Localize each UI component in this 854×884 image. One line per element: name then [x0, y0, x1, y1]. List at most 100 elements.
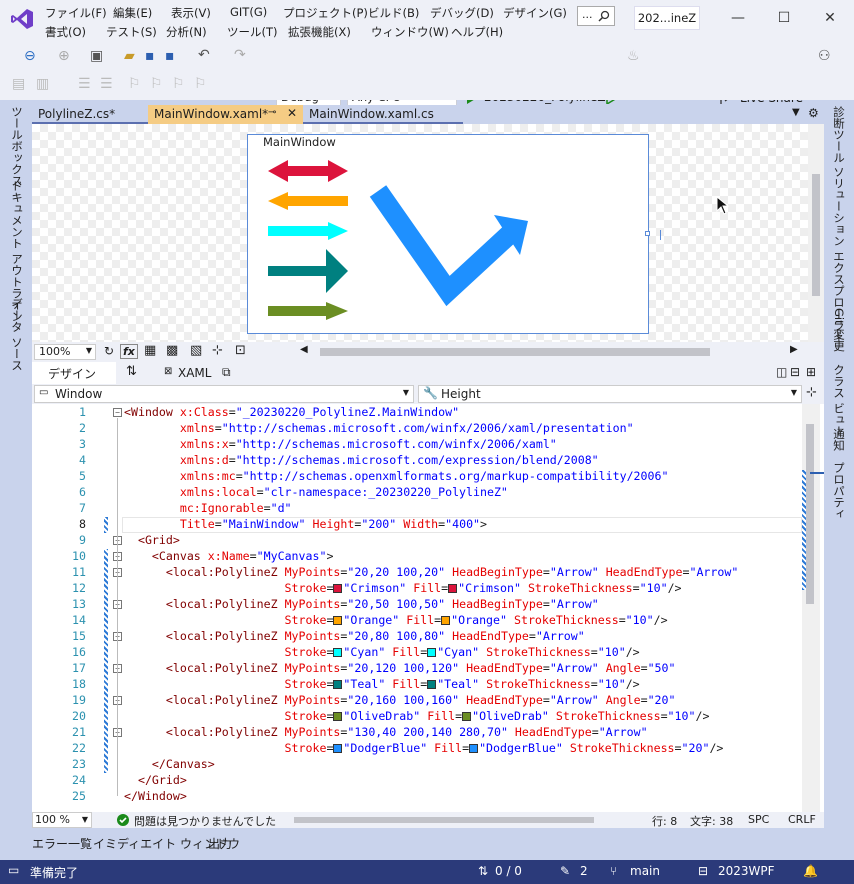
- code-line[interactable]: Stroke= "Teal" Fill= "Teal" StrokeThicknes…: [124, 677, 640, 691]
- code-line[interactable]: </Grid>: [124, 773, 187, 787]
- output-tab[interactable]: 出力: [208, 835, 232, 852]
- code-line[interactable]: <local:PolylineZ MyPoints="130,40 200,14…: [124, 725, 648, 739]
- menu-debug[interactable]: デバッグ(D): [430, 5, 494, 21]
- code-line[interactable]: xmlns="http://schemas.microsoft.com/winf…: [124, 421, 634, 435]
- settings-icon[interactable]: ⚙: [808, 106, 819, 120]
- menu-format[interactable]: 書式(O): [45, 24, 86, 40]
- menu-test[interactable]: テスト(S): [106, 24, 157, 40]
- hscroll-left-icon[interactable]: ◀: [300, 344, 308, 355]
- vscroll-thumb[interactable]: [812, 174, 820, 296]
- prev-bookmark-icon[interactable]: ⚐: [150, 75, 163, 93]
- hot-reload-icon[interactable]: ♨: [627, 47, 640, 65]
- code-line[interactable]: </Window>: [124, 789, 187, 803]
- collapse-pane-icon[interactable]: ⊞: [806, 365, 816, 379]
- designer-vscrollbar[interactable]: [808, 124, 824, 342]
- git-changes-tab[interactable]: Git 変更: [831, 308, 847, 351]
- toolbox-tab[interactable]: ツールボックス: [9, 106, 25, 187]
- minimize-icon[interactable]: —: [721, 6, 755, 30]
- menu-help[interactable]: ヘルプ(H): [451, 24, 503, 40]
- menu-git[interactable]: GIT(G): [230, 5, 267, 19]
- editor-vscrollbar[interactable]: [802, 404, 820, 812]
- undo-icon[interactable]: ↶: [198, 46, 210, 64]
- editor-zoom-select[interactable]: 100 % ▼: [32, 812, 92, 828]
- resize-handle[interactable]: [645, 231, 650, 236]
- menu-design[interactable]: デザイン(G): [503, 5, 567, 21]
- editor-hscroll-thumb[interactable]: [294, 817, 594, 823]
- indent-icon[interactable]: ☰: [100, 75, 113, 93]
- code-line[interactable]: Stroke= "Orange" Fill= "Orange" StrokeThic…: [124, 613, 668, 627]
- menu-view[interactable]: 表示(V): [171, 5, 211, 21]
- code-line[interactable]: <local:PolylineZ MyPoints="20,80 100,80"…: [124, 629, 585, 643]
- swap-panes-icon[interactable]: ⇅: [126, 364, 137, 379]
- new-project-icon[interactable]: ▣: [90, 47, 103, 65]
- branch-name[interactable]: main: [630, 864, 660, 878]
- code-line[interactable]: Stroke= "OliveDrab" Fill= "OliveDrab" Stro…: [124, 709, 710, 723]
- close-icon[interactable]: ✕: [813, 6, 847, 30]
- grid-icon[interactable]: ▦: [144, 343, 156, 358]
- forward-icon[interactable]: ⊕: [58, 47, 70, 65]
- menu-analyze[interactable]: 分析(N): [166, 24, 207, 40]
- tab-mainwindow-xaml-cs[interactable]: MainWindow.xaml.cs: [303, 105, 463, 124]
- maximize-icon[interactable]: ☐: [767, 6, 801, 30]
- element-select[interactable]: ▭ Window ▼: [34, 385, 414, 403]
- refresh-icon[interactable]: ↻: [104, 344, 114, 358]
- code-line[interactable]: </Canvas>: [124, 757, 215, 771]
- redo-icon[interactable]: ↷: [234, 46, 246, 64]
- comment-icon[interactable]: ▤: [12, 75, 25, 93]
- code-line[interactable]: <local:PolylineZ MyPoints="20,20 100,20"…: [124, 565, 738, 579]
- fx-button[interactable]: fx: [120, 344, 138, 359]
- data-sources-tab[interactable]: データ ソース: [9, 298, 25, 371]
- search-box[interactable]: ...: [577, 6, 615, 26]
- open-folder-icon[interactable]: ▰: [124, 47, 135, 65]
- code-line[interactable]: <local:PolylineZ MyPoints="20,160 100,16…: [124, 693, 676, 707]
- bookmark-icon[interactable]: ⚐: [128, 75, 141, 93]
- pin-icon[interactable]: ⊸: [268, 107, 276, 118]
- xaml-designer[interactable]: MainWindow: [32, 124, 824, 342]
- tab-polylinez-cs[interactable]: PolylineZ.cs*: [32, 105, 148, 124]
- xaml-editor[interactable]: 1 2 3 4 5 6 7 8 9 10 11 12 13 14 15 16 17 18 19 20 21 22 23 24 2…: [32, 404, 824, 812]
- menu-edit[interactable]: 編集(E): [113, 5, 152, 21]
- code-line[interactable]: Stroke= "DodgerBlue" Fill= "DodgerBlue" St…: [124, 741, 724, 755]
- grid-snap-icon[interactable]: ▩: [166, 343, 178, 358]
- collapse-toggle[interactable]: −: [113, 408, 122, 417]
- tab-mainwindow-xaml[interactable]: MainWindow.xaml* ⊸ ✕: [148, 105, 303, 124]
- repository-name[interactable]: 2023WPF: [718, 864, 775, 878]
- code-line[interactable]: xmlns:x="http://schemas.microsoft.com/wi…: [124, 437, 557, 451]
- pending-changes[interactable]: 0 / 0: [495, 864, 522, 878]
- back-icon[interactable]: ⊖: [24, 47, 36, 65]
- outdent-icon[interactable]: ☰: [78, 75, 91, 93]
- menu-file[interactable]: ファイル(F): [45, 5, 107, 21]
- xaml-tab[interactable]: XAML: [178, 366, 211, 380]
- clear-bookmark-icon[interactable]: ⚐: [194, 75, 207, 93]
- menu-extensions[interactable]: 拡張機能(X): [288, 24, 351, 40]
- tab-close-icon[interactable]: ✕: [287, 106, 297, 120]
- designer-zoom-select[interactable]: 100% ▼: [34, 344, 96, 360]
- notifications-tab[interactable]: 通知: [831, 428, 847, 451]
- column-indicator[interactable]: 文字: 38: [690, 813, 733, 829]
- tab-overflow-icon[interactable]: ▼: [792, 107, 800, 118]
- error-list-tab[interactable]: エラー一覧: [32, 835, 92, 852]
- bell-icon[interactable]: 🔔: [803, 864, 818, 878]
- code-line[interactable]: xmlns:mc="http://schemas.openxmlformats.…: [124, 469, 669, 483]
- uncomment-icon[interactable]: ▥: [36, 75, 49, 93]
- horizontal-split-icon[interactable]: ⊟: [790, 365, 800, 379]
- code-line[interactable]: xmlns:local="clr-namespace:_20230220_Pol…: [124, 485, 508, 499]
- code-line[interactable]: <Canvas x:Name="MyCanvas">: [124, 549, 334, 563]
- code-line[interactable]: <Window x:Class="_20230220_PolylineZ.Mai…: [124, 405, 459, 419]
- code-line[interactable]: <local:PolylineZ MyPoints="20,120 100,12…: [124, 661, 676, 675]
- menu-window[interactable]: ウィンドウ(W): [371, 24, 449, 40]
- line-indicator[interactable]: 行: 8: [652, 813, 677, 829]
- vertical-split-icon[interactable]: ◫: [776, 365, 787, 379]
- artboard-icon[interactable]: ▧: [190, 343, 202, 358]
- menu-tools[interactable]: ツール(T): [227, 24, 278, 40]
- properties-tab[interactable]: プロパティ: [831, 462, 847, 520]
- designer-hscroll-thumb[interactable]: [320, 348, 710, 356]
- menu-project[interactable]: プロジェクト(P): [283, 5, 368, 21]
- unpushed-commits[interactable]: 2: [580, 864, 588, 878]
- code-line[interactable]: Stroke= "Cyan" Fill= "Cyan" StrokeThicknes…: [124, 645, 640, 659]
- feedback-icon[interactable]: ⚇: [818, 47, 831, 65]
- split-editor-icon[interactable]: ⊹: [806, 385, 817, 400]
- property-select[interactable]: 🔧 Height ▼: [418, 385, 802, 403]
- line-ending-indicator[interactable]: CRLF: [788, 813, 816, 826]
- window-preview[interactable]: MainWindow: [247, 134, 650, 334]
